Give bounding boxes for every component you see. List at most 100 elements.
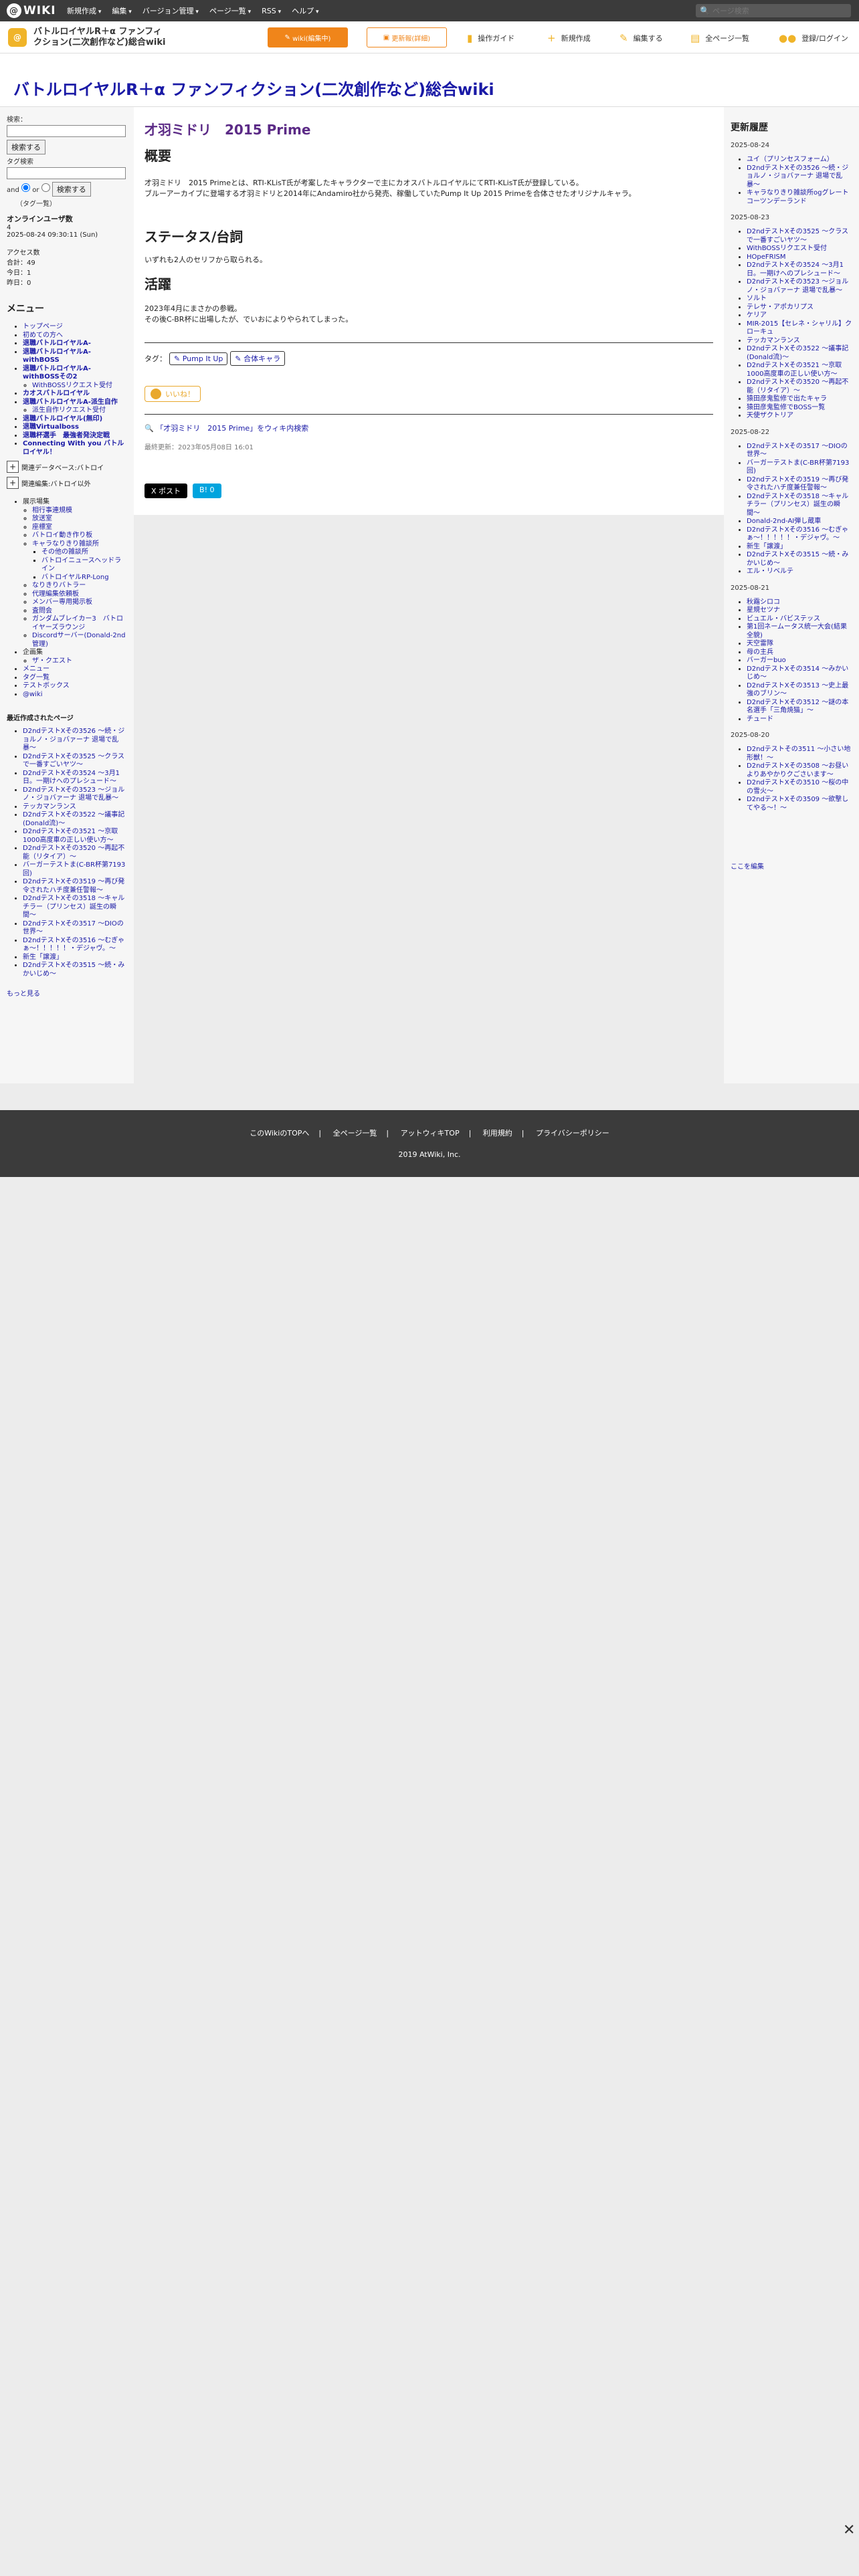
menu-new[interactable]: 新規作成 bbox=[67, 5, 101, 16]
recent-page-link[interactable]: D2ndテストXその3521 〜京取1000高度車の正しい使い方〜 bbox=[23, 828, 118, 844]
history-link[interactable]: 第1回ネームータス統一大会(結果全貌) bbox=[747, 623, 847, 639]
history-link[interactable]: D2ndテストXその3525 〜クラスで一番すごいヤツ〜 bbox=[747, 228, 848, 244]
recent-page-link[interactable]: D2ndテストXその3519 〜再び発令されたハチ度兼任警報〜 bbox=[23, 878, 124, 894]
wiki-edit-button[interactable]: ✎ wiki(編集中) bbox=[268, 27, 348, 47]
recent-page-link[interactable]: バーガーテストま(C-BR杯第7193回) bbox=[23, 861, 125, 877]
history-link[interactable]: D2ndテストXその3521 〜京取1000高度車の正しい使い方〜 bbox=[747, 362, 842, 378]
wiki-heading[interactable]: バトルロイヤルR＋α ファンフィクション(二次創作など)総合wiki bbox=[13, 76, 494, 100]
recent-page-link[interactable]: 新生「譲渡」 bbox=[23, 954, 63, 961]
update-info-button[interactable]: ▣ 更新報(詳細) bbox=[367, 27, 447, 47]
history-link[interactable]: D2ndテストXその3515 〜続・みかいじめ〜 bbox=[747, 551, 848, 567]
history-link[interactable]: D2ndテストXその3518 〜キャルチラー（プリンセス）誕生の瞬間〜 bbox=[747, 493, 848, 517]
history-link[interactable]: D2ndテストXその3519 〜再び発令されたハチ度兼任警報〜 bbox=[747, 476, 848, 492]
history-link[interactable]: D2ndテストXその3514 〜みかいじめ〜 bbox=[747, 665, 848, 681]
history-link[interactable]: D2ndテストXその3508 〜お昼いよりあやかりクごさいます〜 bbox=[747, 762, 848, 778]
login-button[interactable]: ●● 登録/ログイン bbox=[779, 32, 848, 44]
history-item: ユイ（プリンセスフォーム） bbox=[747, 156, 852, 165]
site-title[interactable]: バトルロイヤルR＋α ファンフィクション(二次創作など)総合wiki bbox=[33, 27, 167, 48]
history-link[interactable]: HOpeFRISM bbox=[747, 253, 786, 261]
history-link[interactable]: ソルト bbox=[747, 295, 767, 302]
all-pages-button[interactable]: ▤ 全ページ一覧 bbox=[690, 32, 749, 44]
top-bar: @ WIKI 新規作成 編集 バージョン管理 ページ一覧 RSS ヘルプ 🔍 bbox=[0, 0, 859, 21]
history-link[interactable]: 母の主兵 bbox=[747, 649, 773, 656]
site-logo-icon[interactable]: @ bbox=[8, 28, 27, 47]
history-link[interactable]: エル・リベルテ bbox=[747, 568, 793, 575]
history-link[interactable]: 新生「譲渡」 bbox=[747, 543, 787, 550]
recent-page-link[interactable]: D2ndテストXその3523 〜ジョルノ・ジョバァーナ 退場で乱暴〜 bbox=[23, 786, 124, 802]
footer-link-top[interactable]: このWikiのTOPへ bbox=[250, 1129, 309, 1138]
hatena-bookmark-button[interactable]: B! 0 bbox=[193, 484, 221, 498]
recent-page-link[interactable]: D2ndテストXその3522 〜議事記(Donald流)〜 bbox=[23, 811, 124, 827]
history-link[interactable]: バーガーテストま(C-BR杯第7193回) bbox=[747, 459, 849, 475]
sidebar-search-button[interactable]: 検索する bbox=[7, 140, 45, 154]
close-icon[interactable]: ✕ bbox=[843, 2523, 855, 2538]
recent-page-link[interactable]: テッカマンランス bbox=[23, 803, 76, 811]
toggle-database[interactable]: + 関連データベース:バトロイ bbox=[7, 461, 127, 473]
footer-link-privacy[interactable]: プライバシーポリシー bbox=[536, 1129, 609, 1138]
history-link[interactable]: D2ndテストXその3522 〜議事記(Donald流)〜 bbox=[747, 345, 848, 361]
menu-version[interactable]: バージョン管理 bbox=[142, 5, 199, 16]
history-link[interactable]: テッカマンランス bbox=[747, 337, 800, 344]
menu-help[interactable]: ヘルプ bbox=[292, 5, 318, 16]
history-link[interactable]: D2ndテストXその3509 〜欲撃してやる〜！〜 bbox=[747, 796, 848, 812]
history-link[interactable]: 星規セツナ bbox=[747, 607, 780, 614]
recent-page-link[interactable]: D2ndテストXその3520 〜再起不能（リタイア）〜 bbox=[23, 845, 124, 861]
recent-page-link[interactable]: D2ndテストXその3525 〜クラスで一番すごいヤツ〜 bbox=[23, 753, 124, 769]
edit-page-button[interactable]: ✎ 編集する bbox=[619, 32, 663, 44]
tag-search-input[interactable] bbox=[7, 167, 126, 179]
tag-pump-it-up[interactable]: ✎ Pump It Up bbox=[169, 352, 228, 365]
history-link[interactable]: D2ndテストXその3523 〜ジョルノ・ジョバァーナ 退場で乱暴〜 bbox=[747, 278, 848, 294]
like-button[interactable]: いいね！ bbox=[145, 386, 201, 402]
recent-page-link[interactable]: D2ndテストXその3526 〜続・ジョルノ・ジョバァーナ 退場で乱暴〜 bbox=[23, 728, 124, 752]
history-link[interactable]: MIR-2015【セレネ・シャリル】クローキュ bbox=[747, 320, 852, 336]
guide-button[interactable]: ▮ 操作ガイド bbox=[467, 32, 514, 44]
recent-page-link[interactable]: D2ndテストXその3517 〜DIOの世界〜 bbox=[23, 920, 124, 936]
tag-search-button[interactable]: 検索する bbox=[52, 182, 91, 197]
menu-pages[interactable]: ページ一覧 bbox=[209, 5, 251, 16]
history-link[interactable]: 天使ザクトリア bbox=[747, 412, 793, 419]
atwiki-logo[interactable]: @ WIKI bbox=[7, 3, 67, 18]
new-page-button[interactable]: + 新規作成 bbox=[547, 32, 591, 44]
history-link[interactable]: D2ndテストXその3516 〜むぎゃぁ〜！！！！！・デジャヴ。〜 bbox=[747, 526, 848, 542]
recent-page-link[interactable]: D2ndテストXその3516 〜むぎゃぁ〜！！！！！・デジャヴ。〜 bbox=[23, 937, 124, 953]
history-link[interactable]: バーガーbuo bbox=[747, 657, 786, 664]
radio-and[interactable] bbox=[21, 183, 31, 192]
page-title[interactable]: 才羽ミドリ 2015 Prime bbox=[145, 119, 713, 138]
wiki-search-link[interactable]: 🔍 「才羽ミドリ 2015 Prime」をウィキ内検索 bbox=[145, 423, 713, 433]
history-link[interactable]: D2ndテストXその3520 〜再起不能（リタイア）〜 bbox=[747, 379, 848, 395]
recent-page-link[interactable]: D2ndテストXその3524 〜3月1日。一期けへのプレシュード〜 bbox=[23, 770, 120, 786]
history-link[interactable]: 秋霜シロコ bbox=[747, 599, 780, 606]
recent-page-link[interactable]: D2ndテストXその3518 〜キャルチラー（プリンセス）誕生の瞬間〜 bbox=[23, 895, 124, 919]
history-link[interactable]: 猿田彦鬼監修でBOSS一覧 bbox=[747, 404, 825, 411]
history-link[interactable]: 天空雷隊 bbox=[747, 640, 773, 647]
footer-link-all[interactable]: 全ページ一覧 bbox=[333, 1129, 377, 1138]
history-link[interactable]: D2ndテストXその3524 〜3月1日。一期けへのプレシュード〜 bbox=[747, 261, 844, 278]
history-link[interactable]: D2ndテストXその3510 〜桜の中の雪火〜 bbox=[747, 779, 848, 795]
history-link[interactable]: ユイ（プリンセスフォーム） bbox=[747, 156, 834, 163]
x-post-button[interactable]: X ポスト bbox=[145, 484, 188, 498]
history-link[interactable]: D2ndテストXその3512 〜謎の本名選手「三角焼猫」〜 bbox=[747, 699, 848, 715]
page-search-input[interactable] bbox=[712, 6, 846, 15]
footer-link-atwiki[interactable]: アットウィキTOP bbox=[401, 1129, 460, 1138]
history-link[interactable]: D2ndテストXその3526 〜続・ジョルノ・ジョバァーナ 退場で乱暴〜 bbox=[747, 165, 848, 189]
history-link[interactable]: Donald-2nd-AI弾し蔵車 bbox=[747, 518, 821, 525]
history-link[interactable]: ビュエル・バビステッス bbox=[747, 615, 820, 623]
tag-list-link[interactable]: （タグ一覧） bbox=[7, 198, 127, 208]
history-link[interactable]: 猿田彦鬼監修で出たキャラ bbox=[747, 395, 827, 403]
recent-page-link[interactable]: D2ndテストXその3515 〜続・みかいじめ〜 bbox=[23, 962, 124, 978]
history-link[interactable]: D2ndテストXその3517 〜DIOの世界〜 bbox=[747, 443, 848, 459]
menu-rss[interactable]: RSS bbox=[262, 7, 281, 15]
history-link[interactable]: ケリア bbox=[747, 312, 767, 319]
sidebar-search-input[interactable] bbox=[7, 125, 126, 137]
radio-or[interactable] bbox=[41, 183, 50, 192]
history-link[interactable]: キャラなりきり雑談所ogグレートコーツンデーランド bbox=[747, 189, 848, 205]
history-link[interactable]: D2ndテストXその3513 〜史上最強のブリン〜 bbox=[747, 682, 848, 698]
tag-fusion-character[interactable]: ✎ 合体キャラ bbox=[230, 351, 286, 366]
menu-edit[interactable]: 編集 bbox=[112, 5, 131, 16]
footer-link-terms[interactable]: 利用規約 bbox=[483, 1129, 512, 1138]
history-link[interactable]: チュード bbox=[747, 716, 773, 723]
toggle-other[interactable]: + 関連編集:バトロイ以外 bbox=[7, 477, 127, 489]
history-link[interactable]: テレサ・アポカリプス bbox=[747, 304, 814, 311]
history-link[interactable]: D2ndテストその3511 〜小さい地形獣！〜 bbox=[747, 746, 850, 762]
history-link[interactable]: WithBOSSリクエスト受付 bbox=[747, 245, 827, 252]
